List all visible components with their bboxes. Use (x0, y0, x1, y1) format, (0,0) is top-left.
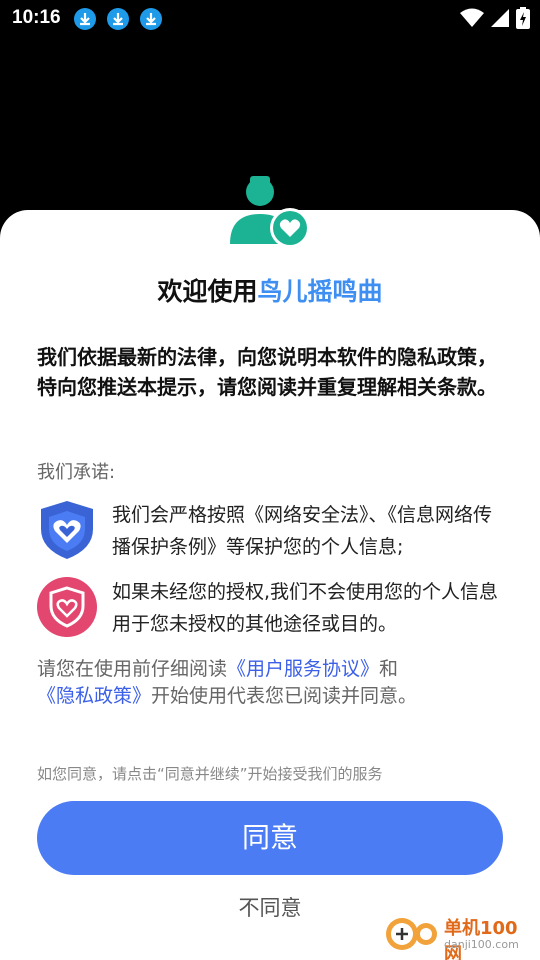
download-icon (107, 8, 129, 30)
signal-icon (490, 8, 510, 32)
title-prefix: 欢迎使用 (157, 277, 258, 306)
watermark: 单机100网 danji100.com (384, 912, 534, 960)
intro-text: 我们依据最新的法律，向您说明本软件的隐私政策，特向您推送本提示，请您阅读并重复理… (37, 345, 497, 399)
battery-charging-icon (516, 7, 530, 33)
disagree-button[interactable]: 不同意 (170, 892, 370, 926)
agreement-text-part: 开始使用代表您已阅读并同意。 (151, 685, 418, 707)
user-heart-icon (228, 174, 312, 248)
agreement-text-part: 和 (379, 658, 399, 680)
promise-item: 如果未经您的授权,我们不会使用您的个人信息用于您未授权的其他途径或目的。 (37, 576, 507, 646)
shield-heart-icon (37, 499, 97, 561)
user-agreement-link[interactable]: 《用户服务协议》 (227, 658, 379, 680)
dialog-title: 欢迎使用鸟儿摇鸣曲 (0, 272, 540, 308)
agreement-text-part: 请您在使用前仔细阅读 (37, 658, 228, 680)
agreement-text: 请您在使用前仔细阅读《用户服务协议》和《隐私政策》开始使用代表您已阅读并同意。 (37, 656, 507, 710)
agree-button[interactable]: 同意 (37, 801, 503, 875)
promise-label: 我们承诺: (37, 462, 116, 483)
shield-heart-pink-icon (37, 576, 97, 638)
promise-item: 我们会严格按照《网络安全法》、《信息网络传播保护条例》等保护您的个人信息; (37, 499, 507, 569)
privacy-policy-link[interactable]: 《隐私政策》 (37, 685, 151, 707)
wifi-icon (460, 8, 484, 32)
promise-text: 我们会严格按照《网络安全法》、《信息网络传播保护条例》等保护您的个人信息; (112, 504, 493, 558)
promise-text: 如果未经您的授权,我们不会使用您的个人信息用于您未授权的其他途径或目的。 (112, 581, 499, 635)
consent-hint: 如您同意，请点击“同意并继续”开始接受我们的服务 (37, 765, 383, 783)
watermark-line1: 单机100网 (444, 918, 518, 960)
watermark-logo-icon (386, 918, 437, 950)
download-icon (74, 8, 96, 30)
watermark-line2: danji100.com (444, 938, 519, 951)
app-name: 鸟儿摇鸣曲 (257, 277, 383, 306)
status-bar: 10:16 (0, 0, 540, 38)
status-time: 10:16 (12, 7, 61, 28)
download-icon (140, 8, 162, 30)
